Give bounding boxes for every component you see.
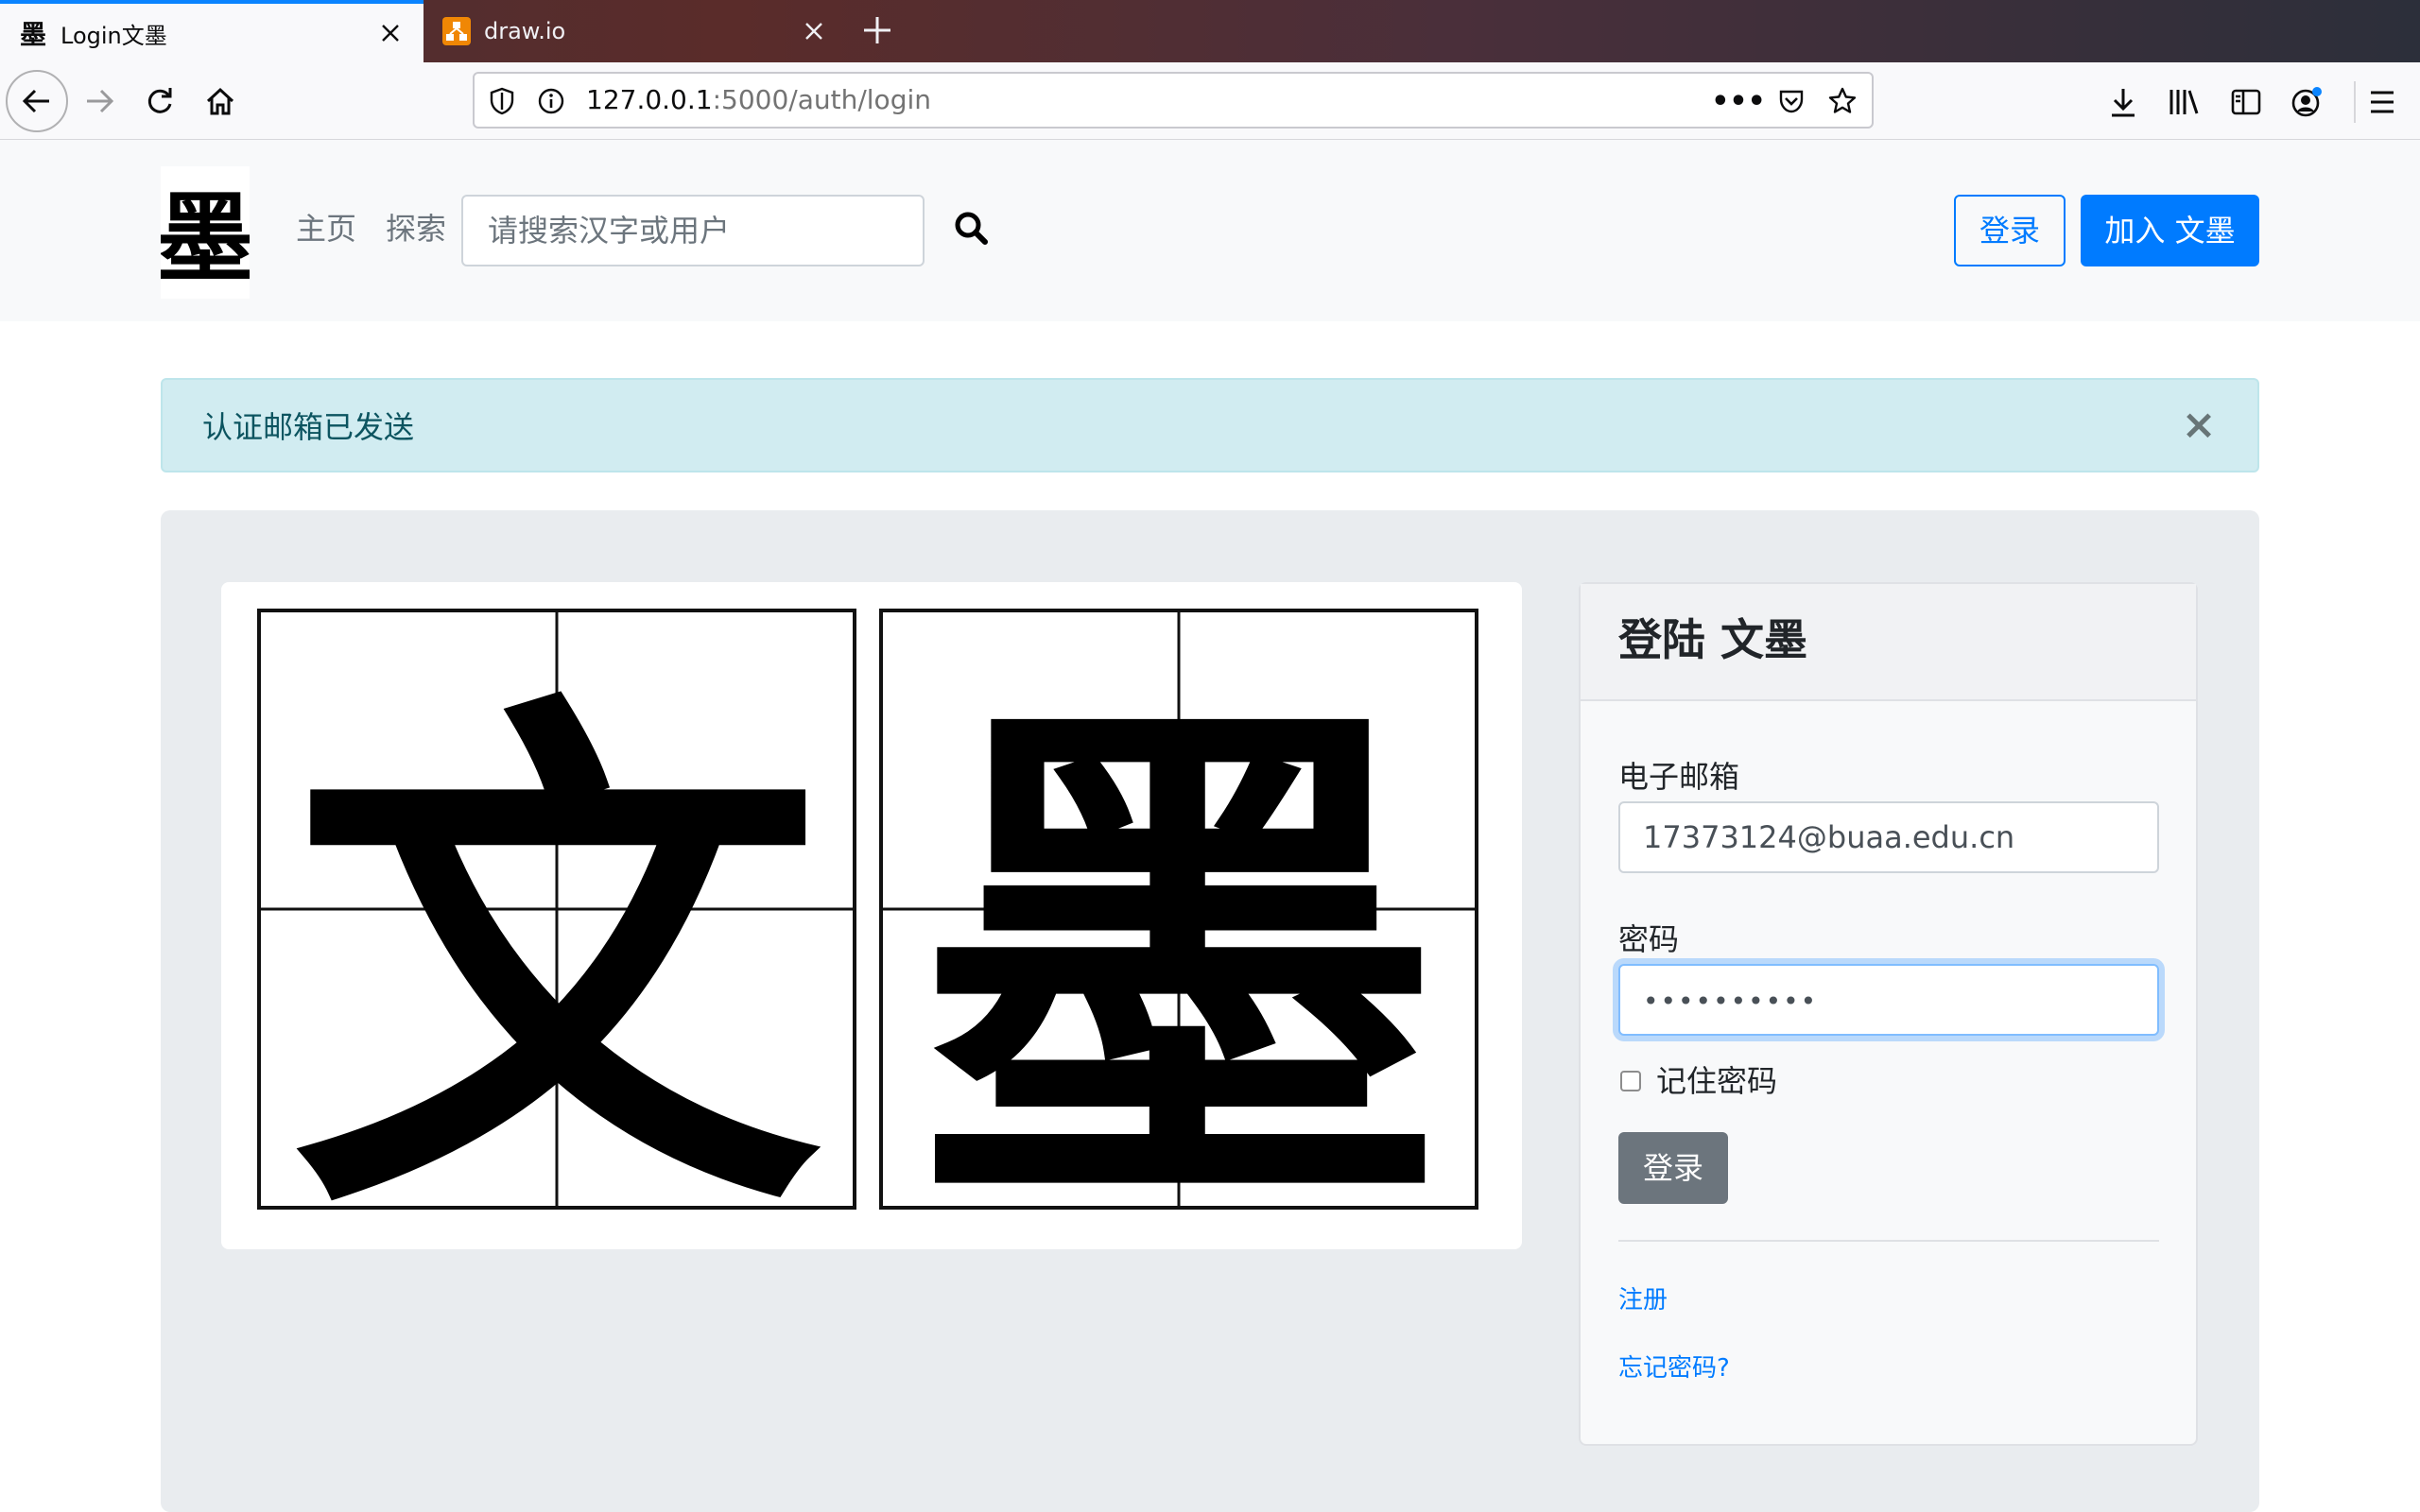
new-tab-button[interactable] bbox=[856, 9, 899, 53]
info-alert: 认证邮箱已发送 × bbox=[161, 378, 2259, 472]
login-nav-button[interactable]: 登录 bbox=[1954, 195, 2066, 266]
email-field[interactable]: 17373124@buaa.edu.cn bbox=[1618, 801, 2159, 873]
home-icon bbox=[206, 87, 234, 115]
site-logo[interactable]: 墨 bbox=[156, 166, 254, 299]
card-header: 登陆 文墨 bbox=[1581, 584, 2196, 701]
close-tab-icon[interactable] bbox=[800, 17, 828, 45]
downloads-icon[interactable] bbox=[2106, 85, 2140, 119]
toolbar-divider bbox=[2354, 81, 2356, 123]
forward-arrow-icon bbox=[87, 89, 114, 113]
password-value: •••••••••• bbox=[1643, 986, 1819, 1017]
url-bar[interactable]: 127.0.0.1:5000/auth/login ••• bbox=[473, 72, 1874, 129]
calligraphy-char-wen: 文 bbox=[292, 653, 821, 1249]
join-button[interactable]: 加入 文墨 bbox=[2081, 195, 2259, 266]
account-icon[interactable] bbox=[2290, 85, 2324, 119]
nav-explore-link[interactable]: 探索 bbox=[386, 208, 446, 249]
search-icon[interactable] bbox=[951, 208, 993, 249]
submit-login-button[interactable]: 登录 bbox=[1618, 1132, 1728, 1204]
logo-glyph: 墨 bbox=[161, 180, 250, 296]
home-button[interactable] bbox=[189, 70, 251, 132]
url-path: :5000/auth/login bbox=[712, 84, 931, 115]
calligraphy-banner: 文 墨 bbox=[221, 582, 1522, 1275]
register-link[interactable]: 注册 bbox=[1618, 1283, 1668, 1317]
nav-home-link[interactable]: 主页 bbox=[296, 208, 356, 249]
url-text[interactable]: 127.0.0.1:5000/auth/login bbox=[586, 74, 931, 127]
site-navbar: 墨 主页 探索 请搜索汉字或用户 登录 加入 文墨 bbox=[0, 140, 2420, 321]
search-input[interactable]: 请搜索汉字或用户 bbox=[461, 195, 925, 266]
forgot-password-link[interactable]: 忘记密码? bbox=[1618, 1351, 1730, 1385]
close-icon[interactable]: × bbox=[2180, 404, 2218, 446]
email-label: 电子邮箱 bbox=[1618, 759, 1740, 795]
pocket-icon[interactable] bbox=[1775, 85, 1807, 117]
back-arrow-icon bbox=[22, 89, 49, 113]
remember-checkbox[interactable] bbox=[1620, 1071, 1641, 1091]
password-label: 密码 bbox=[1618, 921, 1680, 957]
tab-drawio[interactable]: draw.io bbox=[424, 0, 847, 62]
login-card: 登陆 文墨 电子邮箱 17373124@buaa.edu.cn 密码 •••••… bbox=[1579, 582, 2198, 1446]
calligraphy-char-mo: 墨 bbox=[914, 653, 1443, 1249]
search-placeholder: 请搜索汉字或用户 bbox=[488, 213, 731, 249]
url-host: 127.0.0.1 bbox=[586, 84, 713, 115]
browser-tab-bar: 墨 Login文墨 draw.io bbox=[0, 0, 2420, 62]
back-button[interactable] bbox=[6, 70, 68, 132]
remember-label[interactable]: 记住密码 bbox=[1656, 1060, 1777, 1102]
jumbotron: 文 墨 登陆 文墨 电子邮箱 17373124@buaa.edu.cn 密码 •… bbox=[161, 510, 2259, 1512]
email-value: 17373124@buaa.edu.cn bbox=[1643, 819, 2015, 855]
tracking-shield-icon[interactable] bbox=[486, 85, 518, 117]
browser-toolbar: 127.0.0.1:5000/auth/login ••• bbox=[0, 62, 2420, 140]
close-tab-icon[interactable] bbox=[376, 19, 405, 47]
password-field[interactable]: •••••••••• bbox=[1618, 964, 2159, 1036]
tab-favicon: 墨 bbox=[19, 19, 46, 50]
page-actions-icon[interactable]: ••• bbox=[1711, 85, 1766, 118]
drawio-favicon-icon bbox=[442, 17, 471, 45]
reload-icon bbox=[147, 88, 172, 113]
forward-button[interactable] bbox=[68, 70, 130, 132]
reload-button[interactable] bbox=[129, 70, 191, 132]
card-divider bbox=[1618, 1240, 2159, 1242]
tab-title: Login文墨 bbox=[60, 22, 167, 49]
site-info-icon[interactable] bbox=[535, 85, 567, 117]
bookmark-star-icon[interactable] bbox=[1826, 85, 1858, 117]
alert-message: 认证邮箱已发送 bbox=[202, 409, 415, 445]
sidebar-icon[interactable] bbox=[2229, 85, 2263, 119]
hamburger-menu-icon[interactable] bbox=[2365, 85, 2399, 119]
tab-login[interactable]: 墨 Login文墨 bbox=[0, 0, 424, 62]
library-icon[interactable] bbox=[2167, 85, 2201, 119]
card-title: 登陆 文墨 bbox=[1618, 614, 1808, 665]
tab-title: draw.io bbox=[484, 18, 566, 44]
